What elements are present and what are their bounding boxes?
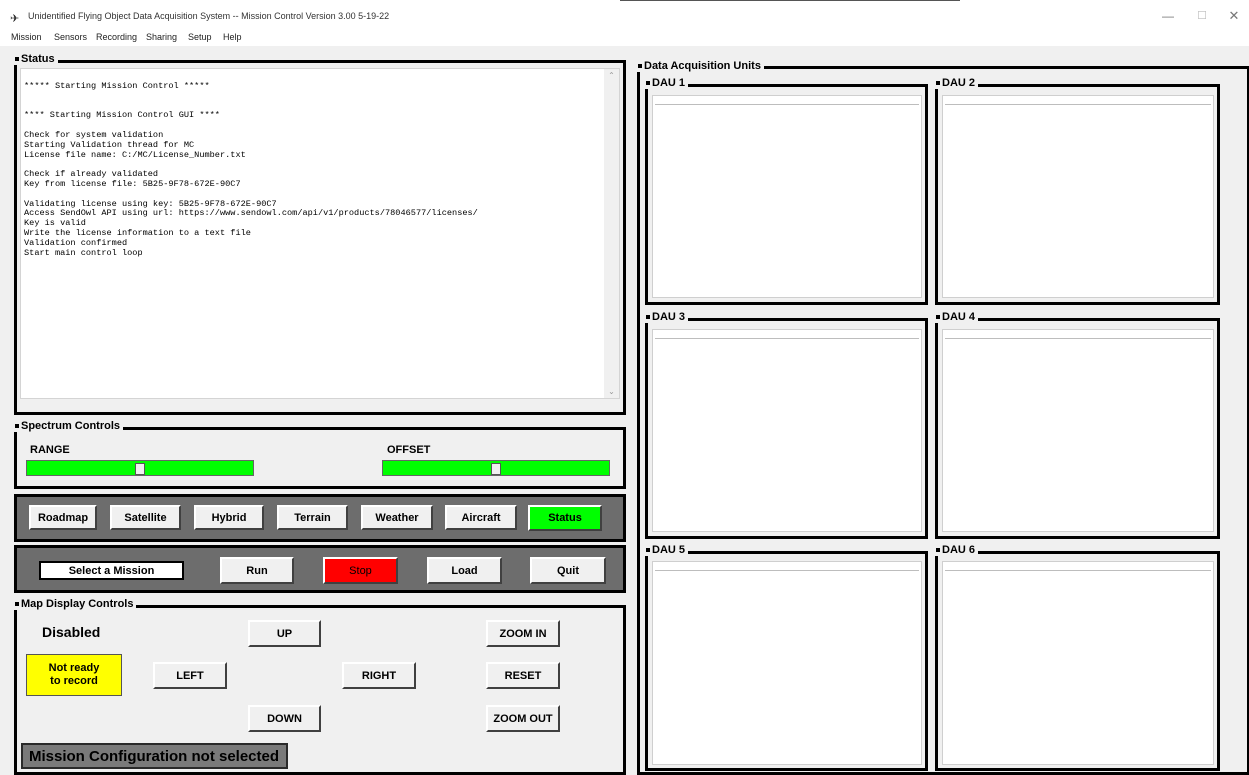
status-log-line: **** Starting Mission Control GUI **** bbox=[24, 110, 220, 121]
status-log-text: ***** Starting Mission Control ***** ***… bbox=[24, 81, 478, 258]
menu-mission[interactable]: Mission bbox=[11, 32, 42, 42]
title-bar: ✈ Unidentified Flying Object Data Acquis… bbox=[0, 0, 1249, 30]
dau-4-title: DAU 4 bbox=[934, 312, 979, 323]
offset-slider[interactable] bbox=[382, 460, 610, 476]
dau-2-display bbox=[942, 95, 1214, 298]
quit-button[interactable]: Quit bbox=[530, 557, 606, 584]
record-status-line1: Not ready bbox=[48, 662, 100, 674]
ufo-icon: ✈ bbox=[10, 13, 20, 25]
mission-config-status: Mission Configuration not selected bbox=[21, 743, 288, 769]
offset-label: OFFSET bbox=[387, 444, 431, 456]
dau-6-title: DAU 6 bbox=[934, 545, 979, 556]
menu-sharing[interactable]: Sharing bbox=[146, 32, 177, 42]
satellite-button[interactable]: Satellite bbox=[110, 505, 181, 530]
map-display-controls-title: Map Display Controls bbox=[13, 599, 137, 610]
stop-button[interactable]: Stop bbox=[323, 557, 398, 584]
scroll-down-icon[interactable]: ⌄ bbox=[604, 387, 619, 396]
status-log-line bbox=[24, 92, 478, 102]
status-log-line: Key from license file: 5B25-9F78-672E-90… bbox=[24, 178, 241, 189]
load-button[interactable]: Load bbox=[427, 557, 502, 584]
title-bar-edge bbox=[620, 0, 960, 1]
status-log-line: ***** Starting Mission Control ***** bbox=[24, 81, 210, 91]
dau-2-title: DAU 2 bbox=[934, 78, 979, 89]
reset-button[interactable]: RESET bbox=[486, 662, 560, 689]
scroll-up-icon[interactable]: ⌃ bbox=[604, 71, 619, 80]
dau-5-display bbox=[652, 561, 922, 765]
select-mission-button[interactable]: Select a Mission bbox=[39, 561, 184, 580]
menu-sensors[interactable]: Sensors bbox=[54, 32, 87, 42]
record-status-line2: to record bbox=[50, 675, 98, 687]
menu-bar: Mission Sensors Recording Sharing Setup … bbox=[0, 30, 1249, 46]
dau-1-title: DAU 1 bbox=[644, 78, 689, 89]
zoom-out-button[interactable]: ZOOM OUT bbox=[486, 705, 560, 732]
minimize-button[interactable]: — bbox=[1158, 9, 1178, 23]
status-button[interactable]: Status bbox=[528, 505, 602, 531]
hybrid-button[interactable]: Hybrid bbox=[194, 505, 264, 530]
dau-3-title: DAU 3 bbox=[644, 312, 689, 323]
menu-recording[interactable]: Recording bbox=[96, 32, 137, 42]
range-slider-thumb[interactable] bbox=[135, 463, 145, 475]
run-button[interactable]: Run bbox=[220, 557, 294, 584]
spectrum-controls-group bbox=[14, 427, 626, 489]
range-label: RANGE bbox=[30, 444, 70, 456]
right-button[interactable]: RIGHT bbox=[342, 662, 416, 689]
status-log[interactable]: ***** Starting Mission Control ***** ***… bbox=[20, 68, 620, 399]
map-controls-disabled-label: Disabled bbox=[42, 624, 101, 640]
record-status-indicator: Not ready to record bbox=[26, 654, 122, 696]
range-slider[interactable] bbox=[26, 460, 254, 476]
status-log-line: License file name: C:/MC/License_Number.… bbox=[24, 149, 246, 160]
dau-group-title: Data Acquisition Units bbox=[636, 61, 764, 72]
status-scrollbar[interactable]: ⌃ ⌄ bbox=[604, 69, 619, 398]
dau-6-display bbox=[942, 561, 1214, 765]
status-group-title: Status bbox=[13, 54, 58, 65]
dau-3-display bbox=[652, 329, 922, 532]
dau-4-display bbox=[942, 329, 1214, 532]
menu-setup[interactable]: Setup bbox=[188, 32, 212, 42]
status-log-line: Access SendOwl API using url: https://ww… bbox=[24, 208, 478, 219]
spectrum-controls-title: Spectrum Controls bbox=[13, 421, 124, 432]
status-log-line: Start main control loop bbox=[24, 247, 143, 258]
menu-help[interactable]: Help bbox=[223, 32, 242, 42]
aircraft-button[interactable]: Aircraft bbox=[445, 505, 517, 530]
down-button[interactable]: DOWN bbox=[248, 705, 321, 732]
window-title: Unidentified Flying Object Data Acquisit… bbox=[28, 11, 390, 21]
offset-slider-thumb[interactable] bbox=[491, 463, 501, 475]
weather-button[interactable]: Weather bbox=[361, 505, 433, 530]
up-button[interactable]: UP bbox=[248, 620, 321, 647]
zoom-in-button[interactable]: ZOOM IN bbox=[486, 620, 560, 647]
left-button[interactable]: LEFT bbox=[153, 662, 227, 689]
terrain-button[interactable]: Terrain bbox=[277, 505, 348, 530]
dau-1-display bbox=[652, 95, 922, 298]
close-button[interactable]: ✕ bbox=[1224, 8, 1244, 24]
roadmap-button[interactable]: Roadmap bbox=[29, 505, 97, 530]
dau-5-title: DAU 5 bbox=[644, 545, 689, 556]
maximize-button[interactable]: ☐ bbox=[1192, 9, 1212, 22]
